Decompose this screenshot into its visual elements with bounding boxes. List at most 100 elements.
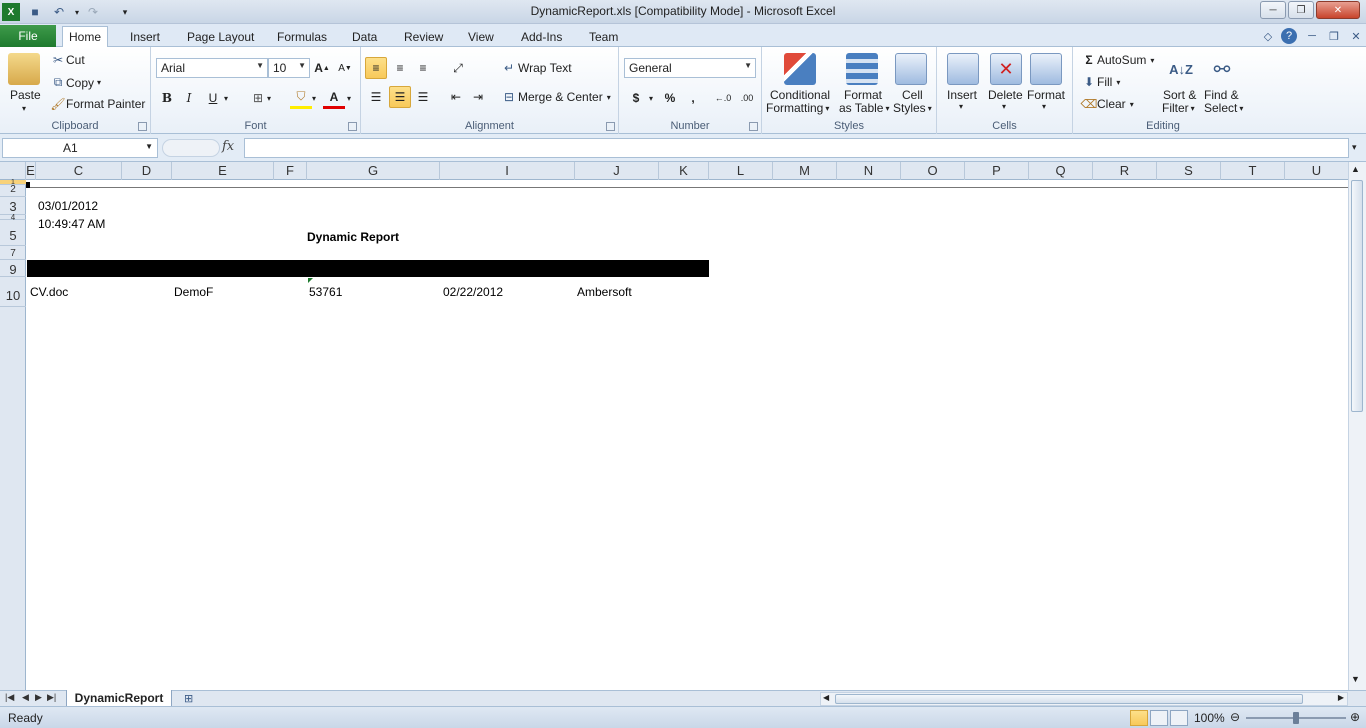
clear-button[interactable]: ⌫ Clear ▾ xyxy=(1081,97,1134,111)
align-right-icon[interactable]: ☰ xyxy=(412,86,434,108)
sort-filter-line2[interactable]: Filter ▾ xyxy=(1162,101,1195,115)
close-button[interactable]: ✕ xyxy=(1316,1,1360,19)
row-header[interactable]: 5 xyxy=(0,220,26,246)
cell-user-name[interactable]: DemoF xyxy=(174,285,213,299)
grow-font-icon[interactable]: A ▲ xyxy=(311,57,333,79)
row-header[interactable]: 2 xyxy=(0,185,26,197)
increase-indent-icon[interactable]: ⇥ xyxy=(467,86,489,108)
cell-company[interactable]: Ambersoft xyxy=(577,285,632,299)
format-button[interactable]: Format xyxy=(1027,88,1065,102)
column-header[interactable]: K xyxy=(659,162,709,180)
format-dropdown-icon[interactable]: ▾ xyxy=(1042,102,1046,111)
currency-button[interactable]: $ xyxy=(625,87,647,109)
column-header[interactable]: Q xyxy=(1029,162,1093,180)
paste-button[interactable]: Paste xyxy=(10,88,41,102)
cell-styles-line2[interactable]: Styles ▾ xyxy=(893,101,932,115)
minimize-workbook-icon[interactable]: ─ xyxy=(1304,28,1320,44)
column-header[interactable]: E xyxy=(26,162,36,180)
row-header[interactable]: 7 xyxy=(0,246,26,260)
scroll-left-icon[interactable]: ◀ xyxy=(823,693,829,702)
tab-page-layout[interactable]: Page Layout xyxy=(181,27,260,47)
horizontal-scroll-thumb[interactable] xyxy=(835,694,1303,704)
shrink-font-icon[interactable]: A ▼ xyxy=(334,57,356,79)
format-as-table-line2[interactable]: as Table ▾ xyxy=(839,101,890,115)
clipboard-launcher-icon[interactable] xyxy=(138,122,147,131)
tab-file[interactable]: File xyxy=(0,25,56,47)
tab-team[interactable]: Team xyxy=(583,27,624,47)
column-header[interactable]: T xyxy=(1221,162,1285,180)
vertical-scroll-thumb[interactable] xyxy=(1351,180,1363,412)
increase-decimal-icon[interactable]: ←.0 xyxy=(712,87,734,109)
sort-filter-icon[interactable]: A↓Z xyxy=(1165,53,1197,85)
column-header[interactable]: E xyxy=(172,162,274,180)
page-layout-view-icon[interactable] xyxy=(1150,710,1168,726)
insert-function-icon[interactable]: fx xyxy=(222,139,234,154)
column-header[interactable]: C xyxy=(36,162,122,180)
conditional-formatting-line2[interactable]: Formatting ▾ xyxy=(766,101,829,115)
delete-button[interactable]: Delete xyxy=(988,88,1023,102)
sheet-tab-dynamicreport[interactable]: DynamicReport xyxy=(66,690,172,707)
column-header[interactable]: P xyxy=(965,162,1029,180)
font-launcher-icon[interactable] xyxy=(348,122,357,131)
formula-input[interactable] xyxy=(244,138,1349,158)
normal-view-icon[interactable] xyxy=(1130,710,1148,726)
column-header[interactable]: L xyxy=(709,162,773,180)
column-header[interactable]: U xyxy=(1285,162,1348,180)
prev-sheet-icon[interactable]: ◀ xyxy=(22,692,29,703)
zoom-out-icon[interactable]: ⊖ xyxy=(1230,710,1240,724)
decrease-decimal-icon[interactable]: .00 xyxy=(736,87,758,109)
delete-dropdown-icon[interactable]: ▾ xyxy=(1002,102,1006,111)
autosum-button[interactable]: Σ AutoSum ▾ xyxy=(1081,53,1154,67)
column-header[interactable]: R xyxy=(1093,162,1157,180)
paste-icon[interactable] xyxy=(8,53,40,85)
align-top-icon[interactable]: ≡ xyxy=(365,57,387,79)
cell-number[interactable]: 53761 xyxy=(309,285,342,299)
column-header[interactable]: I xyxy=(440,162,575,180)
delete-cells-icon[interactable]: ✕ xyxy=(990,53,1022,85)
insert-dropdown-icon[interactable]: ▾ xyxy=(959,102,963,111)
row-header[interactable]: 10 xyxy=(0,277,26,307)
find-select-line2[interactable]: Select ▾ xyxy=(1204,101,1243,115)
column-header[interactable]: J xyxy=(575,162,659,180)
align-middle-icon[interactable]: ≡ xyxy=(389,57,411,79)
cell-date[interactable]: 02/22/2012 xyxy=(443,285,503,299)
scroll-up-icon[interactable]: ▲ xyxy=(1351,164,1360,174)
percent-button[interactable]: % xyxy=(659,87,681,109)
merge-dropdown-icon[interactable]: ▾ xyxy=(607,93,611,102)
cell-styles-line1[interactable]: Cell xyxy=(902,88,923,102)
cut-button[interactable]: ✂ Cut xyxy=(50,53,85,67)
format-as-table-icon[interactable] xyxy=(846,53,878,85)
column-header[interactable]: S xyxy=(1157,162,1221,180)
fill-button[interactable]: ⬇ Fill ▾ xyxy=(1081,75,1120,89)
number-format-select[interactable]: General ▼ xyxy=(624,58,756,78)
italic-button[interactable]: I xyxy=(178,87,200,109)
font-color-dropdown-icon[interactable]: ▾ xyxy=(343,87,355,109)
comma-button[interactable]: , xyxy=(682,87,704,109)
minimize-ribbon-icon[interactable]: ◇ xyxy=(1260,28,1276,44)
sort-filter-line1[interactable]: Sort & xyxy=(1163,88,1196,102)
column-header[interactable]: M xyxy=(773,162,837,180)
tab-view[interactable]: View xyxy=(462,27,500,47)
first-sheet-icon[interactable]: |◀ xyxy=(5,692,14,703)
expand-formula-bar-icon[interactable]: ▾ xyxy=(1352,142,1357,153)
tab-data[interactable]: Data xyxy=(346,27,383,47)
decrease-indent-icon[interactable]: ⇤ xyxy=(445,86,467,108)
borders-dropdown-icon[interactable]: ▾ xyxy=(263,87,275,109)
insert-cells-icon[interactable] xyxy=(947,53,979,85)
cell-report-date[interactable]: 03/01/2012 xyxy=(38,199,98,213)
page-break-view-icon[interactable] xyxy=(1170,710,1188,726)
format-painter-button[interactable]: 🖌 Format Painter xyxy=(50,97,145,111)
row-header[interactable]: 9 xyxy=(0,260,26,277)
tab-home[interactable]: Home xyxy=(62,26,109,48)
scroll-right-icon[interactable]: ▶ xyxy=(1338,693,1344,702)
merge-center-button[interactable]: ⊟ Merge & Center ▾ xyxy=(500,90,611,104)
cell-file-name[interactable]: CV.doc xyxy=(30,285,68,299)
horizontal-scrollbar[interactable]: ◀ ▶ xyxy=(820,692,1348,706)
column-header[interactable]: F xyxy=(274,162,307,180)
orientation-icon[interactable]: ⤢ xyxy=(447,57,469,79)
find-select-line1[interactable]: Find & xyxy=(1204,88,1239,102)
conditional-formatting-line1[interactable]: Conditional xyxy=(770,88,830,102)
name-box[interactable]: A1 ▼ xyxy=(2,138,158,158)
maximize-button[interactable]: ❐ xyxy=(1288,1,1314,19)
column-header[interactable]: G xyxy=(307,162,440,180)
